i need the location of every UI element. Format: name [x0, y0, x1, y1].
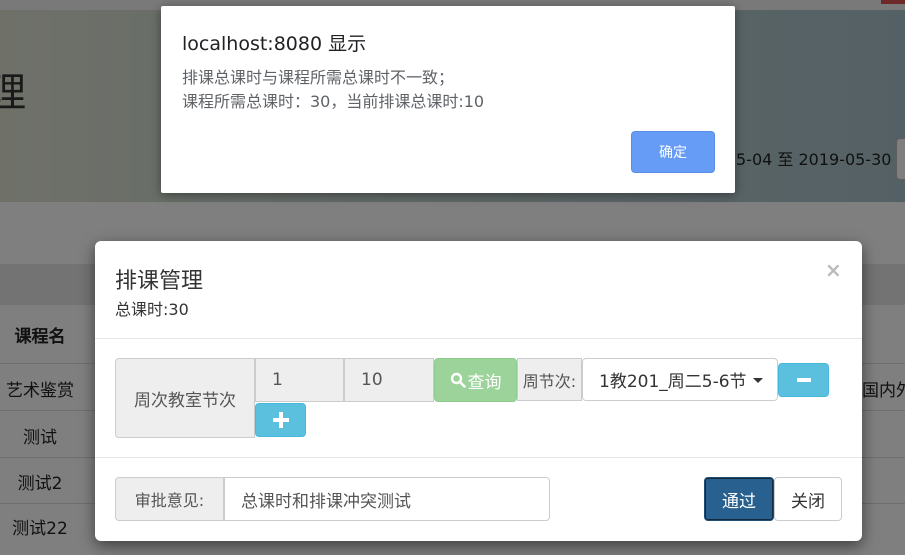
search-button[interactable]: 查询 [434, 358, 517, 402]
modal-close-icon[interactable]: × [825, 258, 842, 282]
total-hours-text: 总课时:30 [115, 300, 189, 319]
chevron-down-icon [753, 378, 763, 383]
plus-icon [272, 412, 289, 428]
section-label: 周节次: [517, 358, 582, 401]
opinion-label: 审批意见: [115, 477, 224, 521]
alert-ok-button[interactable]: 确定 [631, 131, 715, 173]
alert-message: 排课总课时与课程所需总课时不一致； 课程所需总课时：30，当前排课总课时:10 [182, 66, 484, 114]
section-select[interactable]: 1教201_周二5-6节 [582, 358, 778, 401]
add-button[interactable] [255, 403, 306, 437]
week-end-input[interactable]: 10 [344, 358, 434, 402]
alert-message-line: 课程所需总课时：30，当前排课总课时:10 [182, 92, 485, 111]
schedule-modal: 排课管理 总课时:30 × 周次教室节次 1 10 查询 周节次: 1教201_… [95, 241, 862, 541]
browser-alert-dialog: localhost:8080 显示 排课总课时与课程所需总课时不一致； 课程所需… [161, 6, 735, 193]
alert-title: localhost:8080 显示 [182, 33, 367, 55]
search-icon [450, 372, 466, 388]
search-button-label: 查询 [467, 372, 502, 393]
week-room-section-label: 周次教室节次 [115, 358, 255, 438]
section-select-value: 1教201_周二5-6节 [599, 372, 747, 392]
modal-header: 排课管理 总课时:30 × [95, 241, 862, 339]
approve-button[interactable]: 通过 [704, 477, 774, 521]
week-start-input[interactable]: 1 [255, 358, 344, 402]
close-button[interactable]: 关闭 [774, 477, 842, 521]
remove-button[interactable] [778, 363, 829, 397]
opinion-input[interactable]: 总课时和排课冲突测试 [224, 477, 550, 521]
modal-footer: 审批意见: 总课时和排课冲突测试 通过 关闭 [95, 458, 862, 541]
minus-icon [796, 378, 811, 382]
modal-title: 排课管理 [115, 269, 204, 294]
modal-body: 周次教室节次 1 10 查询 周节次: 1教201_周二5-6节 [95, 339, 862, 458]
alert-message-line: 排课总课时与课程所需总课时不一致； [182, 68, 455, 87]
